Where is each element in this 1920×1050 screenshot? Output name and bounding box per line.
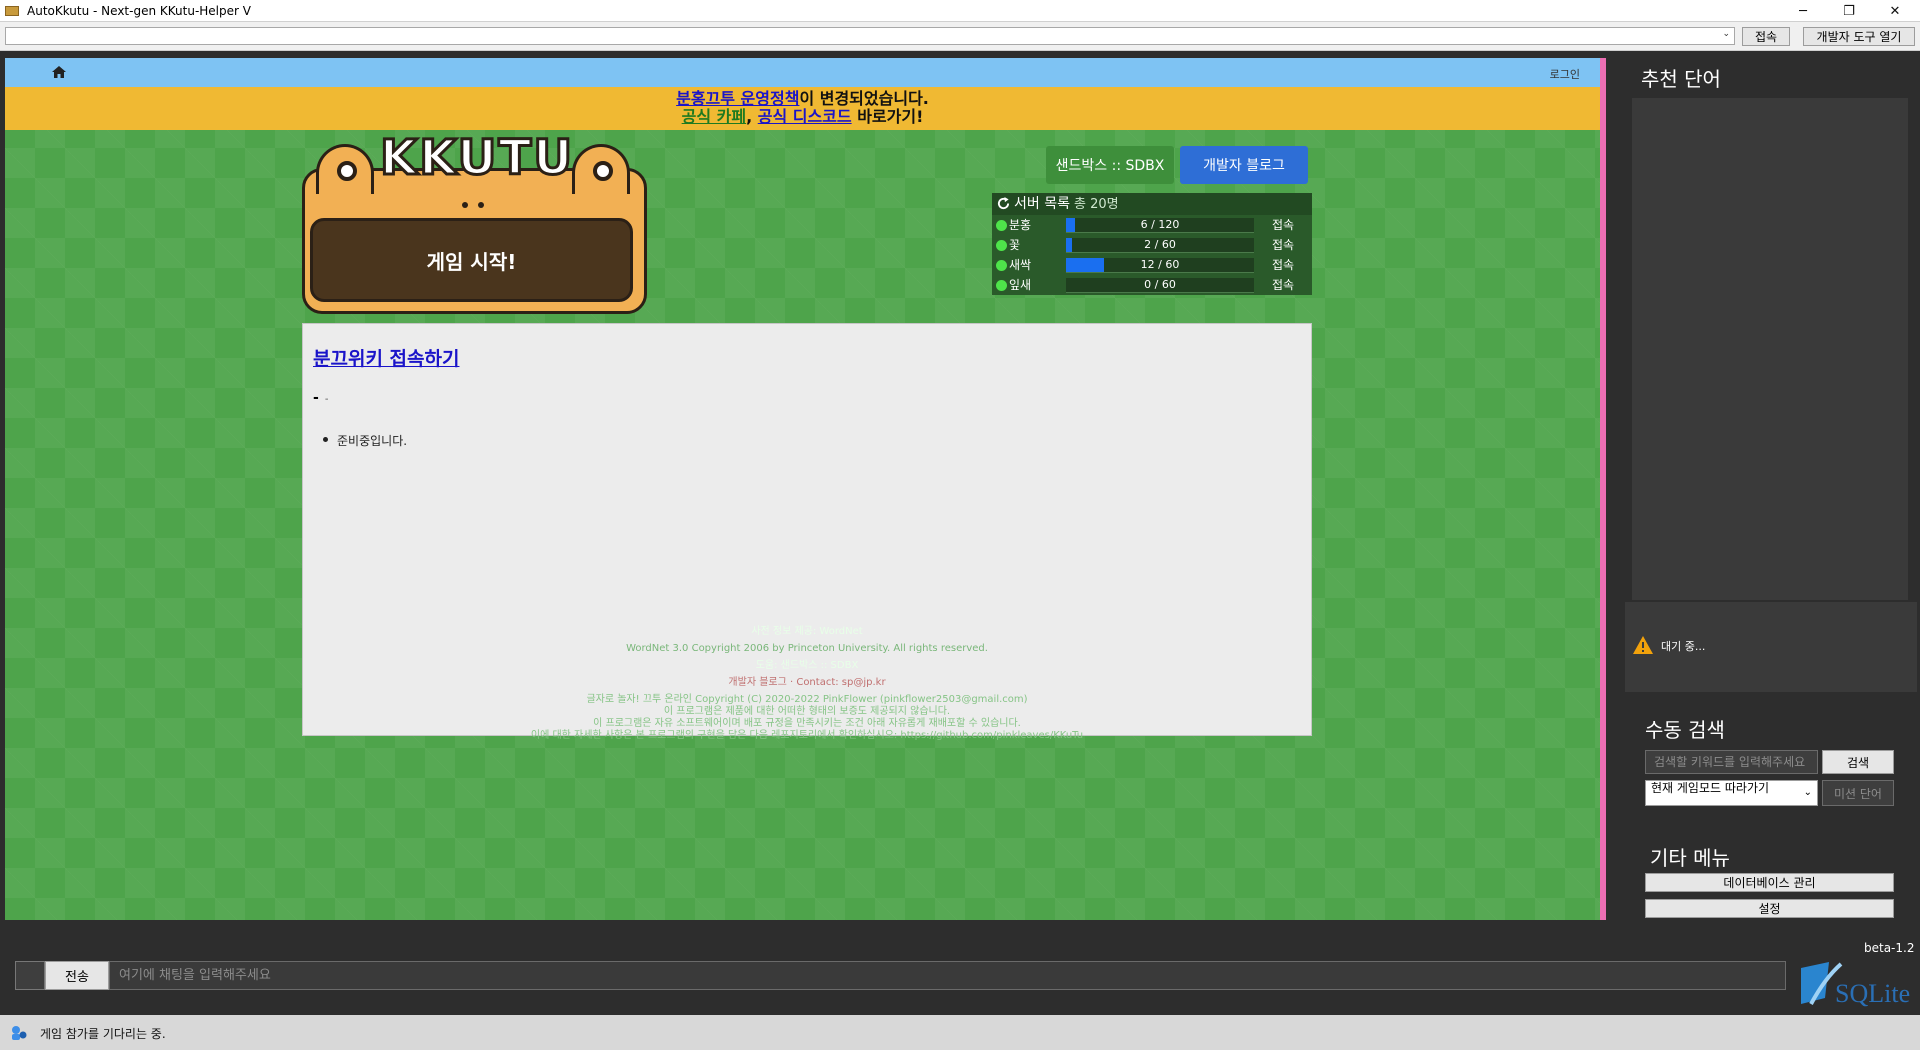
recommend-list[interactable] [1632,98,1908,600]
right-eye [572,144,630,194]
server-list: 서버 목록 총 20명 분홍 6 / 120 접속 꽃 2 / 60 접속 새싹 12 / 60… [992,193,1312,295]
status-box: 대기 중... [1625,602,1917,692]
server-count: 6 / 120 [1140,218,1180,231]
minimize-button[interactable]: ─ [1780,0,1826,22]
warning-icon [1633,636,1653,654]
refresh-icon[interactable] [997,197,1010,210]
chat-color-button[interactable] [15,961,45,990]
footer-line-3: 이 프로그램은 자유 소프트웨어이며 배포 규정을 만족시키는 조건 아래 자유… [593,718,1021,729]
server-name: 잎새 [1009,278,1032,292]
server-list-title: 서버 목록 [1014,196,1070,212]
server-join-link[interactable]: 접속 [1272,235,1294,255]
wiki-link[interactable]: 분끄위키 접속하기 [313,344,459,371]
notice-separator: , [746,107,758,126]
maximize-button[interactable]: ❐ [1826,0,1872,22]
connect-button[interactable]: 접속 [1742,27,1790,46]
server-row: 잎새 0 / 60 접속 [992,275,1312,295]
status-bar: 게임 참가를 기다리는 중. [0,1015,1920,1050]
footer-help[interactable]: 도움: 샌드박스 :: SDBX [302,660,1312,672]
status-dot-icon [996,260,1007,271]
database-button[interactable]: 데이터베이스 관리 [1645,873,1894,892]
manual-search-title: 수동 검색 [1645,718,1725,742]
server-count: 2 / 60 [1144,238,1176,251]
server-row: 새싹 12 / 60 접속 [992,255,1312,275]
footer-line-2: 이 프로그램은 제품에 대한 어떠한 형태의 보증도 제공되지 않습니다. [663,706,951,717]
kkutu-wordmark: KKUTU [378,129,575,188]
cafe-link[interactable]: 공식 카페 [682,107,746,126]
sqlite-logo: SQLite [1801,962,1910,1008]
chevron-down-icon[interactable]: ⌄ [1804,786,1812,800]
server-row: 분홍 6 / 120 접속 [992,215,1312,235]
server-count: 12 / 60 [1140,258,1180,271]
discord-link[interactable]: 공식 디스코드 [758,107,852,126]
server-row: 꽃 2 / 60 접속 [992,235,1312,255]
network-user-icon [12,1026,27,1040]
window-title: AutoKkutu - Next-gen KKutu-Helper V [27,3,251,18]
policy-link[interactable]: 분홍끄투 운영정책 [676,89,799,108]
title-bar: AutoKkutu - Next-gen KKutu-Helper V ─ ❐ … [0,0,1920,22]
server-total: 총 20명 [1073,197,1119,212]
dev-blog-button[interactable]: 개발자 블로그 [1180,146,1308,184]
top-nav: 로그인 [5,58,1600,87]
footer-dict-copyright: WordNet 3.0 Copyright 2006 by Princeton … [626,643,988,654]
sqlite-wordmark: SQLite [1835,979,1910,1008]
nostril-right [478,202,484,208]
status-dot-icon [996,220,1007,231]
site-footer: 사전 정보 제공: WordNet WordNet 3.0 Copyright … [302,626,1312,742]
status-bar-text: 게임 참가를 기다리는 중. [40,1027,166,1041]
wiki-heading: -- [313,390,328,406]
address-bar: ⌄ 접속 개발자 도구 열기 [0,22,1920,51]
status-dot-icon [996,240,1007,251]
login-link[interactable]: 로그인 [1550,66,1580,82]
server-join-link[interactable]: 접속 [1272,215,1294,235]
server-join-link[interactable]: 접속 [1272,275,1294,295]
home-icon[interactable] [52,66,66,78]
server-list-header: 서버 목록 총 20명 [992,193,1312,215]
footer-line-1: 글자로 놀자! 끄투 온라인 Copyright (C) 2020-2022 P… [586,694,1028,705]
wiki-dash: - [313,390,319,406]
status-dot-icon [996,280,1007,291]
etc-menu-title: 기타 메뉴 [1650,846,1730,870]
chat-send-button[interactable]: 전송 [45,961,109,990]
devtools-button[interactable]: 개발자 도구 열기 [1803,27,1915,46]
footer-line-4: 이에 대한 자세한 사항은 본 프로그램의 구현을 담은 다음 레포지토리에서 … [530,730,1084,741]
game-webview: 로그인 분홍끄투 운영정책이 변경되었습니다. 공식 카페, 공식 디스코드 바… [5,58,1600,920]
search-input[interactable]: 검색할 키워드를 입력해주세요 [1645,750,1818,774]
left-eye [316,144,374,194]
notice-banner: 분홍끄투 운영정책이 변경되었습니다. 공식 카페, 공식 디스코드 바로가기! [5,87,1600,130]
version-label: beta-1.2 [1864,941,1915,955]
close-button[interactable]: ✕ [1872,0,1918,22]
status-text: 대기 중... [1661,640,1706,653]
wiki-list-item: 준비중입니다. [322,434,408,448]
sandbox-button[interactable]: 샌드박스 :: SDBX [1046,146,1174,184]
kkutu-logo-panel: KKUTU 게임 시작! [302,129,647,314]
recommend-title: 추천 단어 [1641,67,1721,91]
server-name: 새싹 [1009,258,1032,272]
accent-bar [1600,58,1606,920]
settings-button[interactable]: 설정 [1645,899,1894,918]
app-icon [5,5,19,16]
url-combobox[interactable]: ⌄ [5,27,1735,45]
server-join-link[interactable]: 접속 [1272,255,1294,275]
footer-blog[interactable]: 개발자 블로그 · Contact: sp@jp.kr [302,677,1312,689]
nostril-left [462,202,468,208]
server-name: 꽃 [1009,238,1021,252]
mission-word-button[interactable]: 미션 단어 [1822,780,1894,806]
game-mode-value: 현재 게임모드 따라가기 [1651,781,1770,795]
wiki-dash-sub: - [324,394,329,405]
chat-input[interactable]: 여기에 채팅을 입력해주세요 [109,961,1786,990]
footer-dict: 사전 정보 제공: WordNet [751,626,863,637]
search-button[interactable]: 검색 [1822,750,1894,774]
server-name: 분홍 [1009,218,1032,232]
game-mode-select[interactable]: 현재 게임모드 따라가기 ⌄ [1645,780,1818,806]
notice-text: 이 변경되었습니다. [799,89,929,108]
chevron-down-icon[interactable]: ⌄ [1722,29,1730,39]
server-count: 0 / 60 [1144,278,1176,291]
notice-goto-text: 바로가기! [851,107,924,126]
game-start-button[interactable]: 게임 시작! [310,218,633,302]
